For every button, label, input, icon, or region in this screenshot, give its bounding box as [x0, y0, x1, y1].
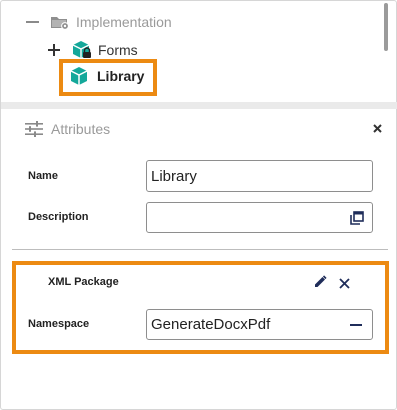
open-editor-icon[interactable] [350, 211, 364, 225]
sliders-icon [25, 121, 43, 137]
expand-icon[interactable] [48, 43, 62, 57]
description-label: Description [28, 211, 89, 223]
tree-item-label: Forms [98, 42, 138, 58]
panel-title: Attributes [51, 121, 111, 137]
name-value: Library [151, 167, 197, 185]
tree-item-forms[interactable]: Forms [48, 39, 138, 61]
close-icon[interactable] [371, 122, 384, 135]
section-divider [12, 249, 388, 250]
tree-scrollbar[interactable] [384, 3, 388, 51]
tree-item-label: Implementation [76, 14, 172, 30]
xml-package-highlight [12, 261, 389, 354]
folder-gear-icon [50, 14, 70, 30]
selection-highlight [59, 59, 157, 96]
panel-splitter[interactable] [1, 102, 397, 109]
attributes-header: Attributes [25, 118, 110, 140]
tree-item-implementation[interactable]: Implementation [26, 11, 172, 33]
name-label: Name [28, 170, 58, 182]
collapse-icon[interactable] [26, 15, 40, 29]
project-tree: Implementation Forms Library [1, 1, 397, 101]
description-input[interactable] [146, 202, 373, 233]
package-lock-icon [72, 40, 92, 60]
window-frame: Implementation Forms Library Attributes … [0, 0, 397, 410]
name-input[interactable]: Library [146, 160, 373, 192]
